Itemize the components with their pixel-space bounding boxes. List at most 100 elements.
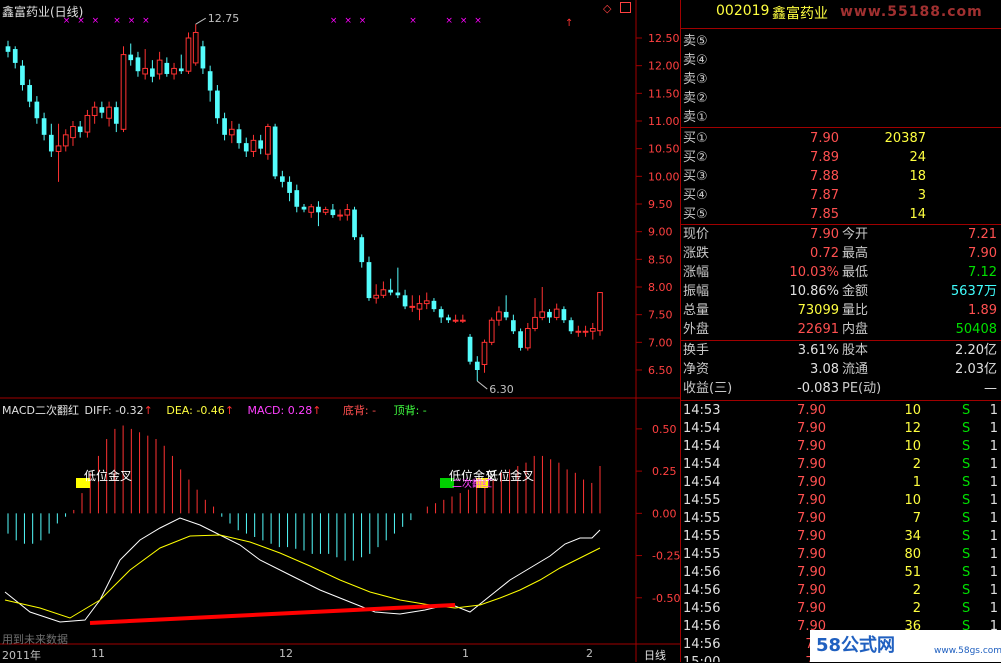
buy-row[interactable]: 买② 7.89 24 [680, 149, 1001, 167]
buy-volume: 24 [909, 150, 926, 165]
tick-row[interactable]: 14:54 7.90 12 S 1 [680, 420, 1001, 438]
tick-row[interactable]: 14:56 7.90 2 S 1 [680, 600, 1001, 618]
tick-side: S [962, 511, 971, 526]
x-label-3: 1 [462, 647, 469, 660]
signal-label-3: 低位金叉 [486, 469, 535, 483]
tick-count: 1 [989, 565, 998, 580]
tick-count: 1 [989, 403, 998, 418]
tick-volume: 80 [904, 547, 921, 562]
diff-up-arrow-icon: ↑ [143, 404, 153, 417]
tick-volume: 1 [912, 475, 921, 490]
candle-body [20, 65, 25, 86]
tick-row[interactable]: 14:53 7.90 10 S 1 [680, 402, 1001, 420]
tick-row[interactable]: 14:55 7.90 7 S 1 [680, 510, 1001, 528]
tick-price: 7.90 [797, 601, 826, 616]
tick-row[interactable]: 14:55 7.90 10 S 1 [680, 492, 1001, 510]
tick-price: 7.90 [797, 583, 826, 598]
candle-body [589, 328, 596, 332]
tick-side: S [962, 421, 971, 436]
candle-body [467, 336, 473, 362]
macd-tick-label: 0.50 [652, 423, 677, 436]
candle-body [55, 145, 62, 152]
indicator-header: MACD二次翻红 DIFF: -0.32↑ DEA: -0.46↑ MACD: … [2, 402, 427, 418]
stat-label: 内盘 [842, 322, 869, 337]
diff-value: DIFF: -0.32 [84, 404, 144, 417]
sell-marker-icon: × [409, 16, 417, 26]
buy-row[interactable]: 买① 7.90 20387 [680, 130, 1001, 148]
candle-body [99, 107, 105, 113]
sell-row[interactable]: 卖② [680, 90, 1001, 108]
candle-body [48, 134, 54, 152]
sell-label: 卖① [683, 110, 708, 125]
sell-marker-icon: × [474, 16, 482, 26]
tick-count: 1 [989, 529, 998, 544]
indicator-name: MACD二次翻红 [2, 404, 79, 417]
tick-volume: 51 [904, 565, 921, 580]
candle-body [279, 176, 285, 182]
sep-stats [680, 340, 1001, 341]
candle-body [575, 330, 582, 333]
tick-row[interactable]: 14:54 7.90 2 S 1 [680, 456, 1001, 474]
buy-label: 买④ [683, 188, 708, 203]
candle-body [258, 140, 264, 149]
sell-row[interactable]: 卖④ [680, 52, 1001, 70]
period-label[interactable]: 日线 [644, 647, 666, 663]
tick-row[interactable]: 14:54 7.90 1 S 1 [680, 474, 1001, 492]
stat-value: 7.90 [968, 246, 997, 261]
tick-time: 14:55 [683, 493, 721, 508]
sell-marker-icon: × [344, 16, 352, 26]
sell-label: 卖③ [683, 72, 708, 87]
stat-row: 总量 73099 量比 1.89 [680, 302, 1001, 320]
candle-body [352, 209, 357, 238]
tick-row[interactable]: 14:56 7.90 2 S 1 [680, 582, 1001, 600]
fund-label: 流通 [842, 362, 869, 377]
candle-body [294, 190, 300, 207]
tick-time: 14:55 [683, 511, 721, 526]
price-tick-label: 8.50 [648, 253, 673, 266]
tick-side: S [962, 601, 971, 616]
price-tick-label: 7.00 [648, 336, 673, 349]
tick-price: 7.90 [797, 421, 826, 436]
candle-body [243, 143, 249, 152]
candle-body [228, 128, 235, 136]
tick-row[interactable]: 14:56 7.90 51 S 1 [680, 564, 1001, 582]
price-tick-label: 9.50 [648, 198, 673, 211]
buy-row[interactable]: 买⑤ 7.85 14 [680, 206, 1001, 224]
tick-row[interactable]: 14:54 7.90 10 S 1 [680, 438, 1001, 456]
buy-row[interactable]: 买③ 7.88 18 [680, 168, 1001, 186]
sell-row[interactable]: 卖③ [680, 71, 1001, 89]
buy-row[interactable]: 买④ 7.87 3 [680, 187, 1001, 205]
fund-label: 收益(三) [683, 381, 733, 396]
fund-label: 股本 [842, 343, 869, 358]
stat-row: 外盘 22691 内盘 50408 [680, 321, 1001, 339]
buy-price: 7.85 [810, 207, 839, 222]
chart-area[interactable]: 12.5012.0011.5011.0010.5010.009.509.008.… [0, 0, 680, 662]
price-tick-label: 6.50 [648, 364, 673, 377]
tick-row[interactable]: 14:55 7.90 34 S 1 [680, 528, 1001, 546]
price-tick-label: 9.00 [648, 226, 673, 239]
candle-body [287, 181, 292, 193]
sell-row[interactable]: 卖① [680, 109, 1001, 127]
fund-row: 净资 3.08 流通 2.03亿 [680, 361, 1001, 379]
price-tick-label: 12.50 [648, 32, 680, 45]
candle-body [561, 309, 567, 321]
buy-label: 买① [683, 131, 708, 146]
buy-volume: 14 [909, 207, 926, 222]
window-box-icon[interactable] [620, 2, 631, 13]
x-label-1: 11 [91, 647, 105, 660]
candle-body [503, 311, 509, 318]
candle-body [142, 67, 149, 75]
stat-label: 最高 [842, 246, 869, 261]
candle-body [62, 134, 69, 147]
tick-count: 1 [989, 421, 998, 436]
footer-logo-box: 58公式网 www.58gs.com [810, 630, 1001, 662]
tick-count: 1 [989, 511, 998, 526]
tick-row[interactable]: 14:55 7.90 80 S 1 [680, 546, 1001, 564]
tick-volume: 2 [912, 601, 921, 616]
footer-logo: 58公式网 [816, 635, 896, 656]
sell-marker-icon: × [113, 16, 121, 26]
sell-row[interactable]: 卖⑤ [680, 33, 1001, 51]
diamond-icon[interactable]: ◇ [603, 2, 611, 15]
candle-body [185, 37, 192, 72]
candle-body [431, 300, 437, 310]
